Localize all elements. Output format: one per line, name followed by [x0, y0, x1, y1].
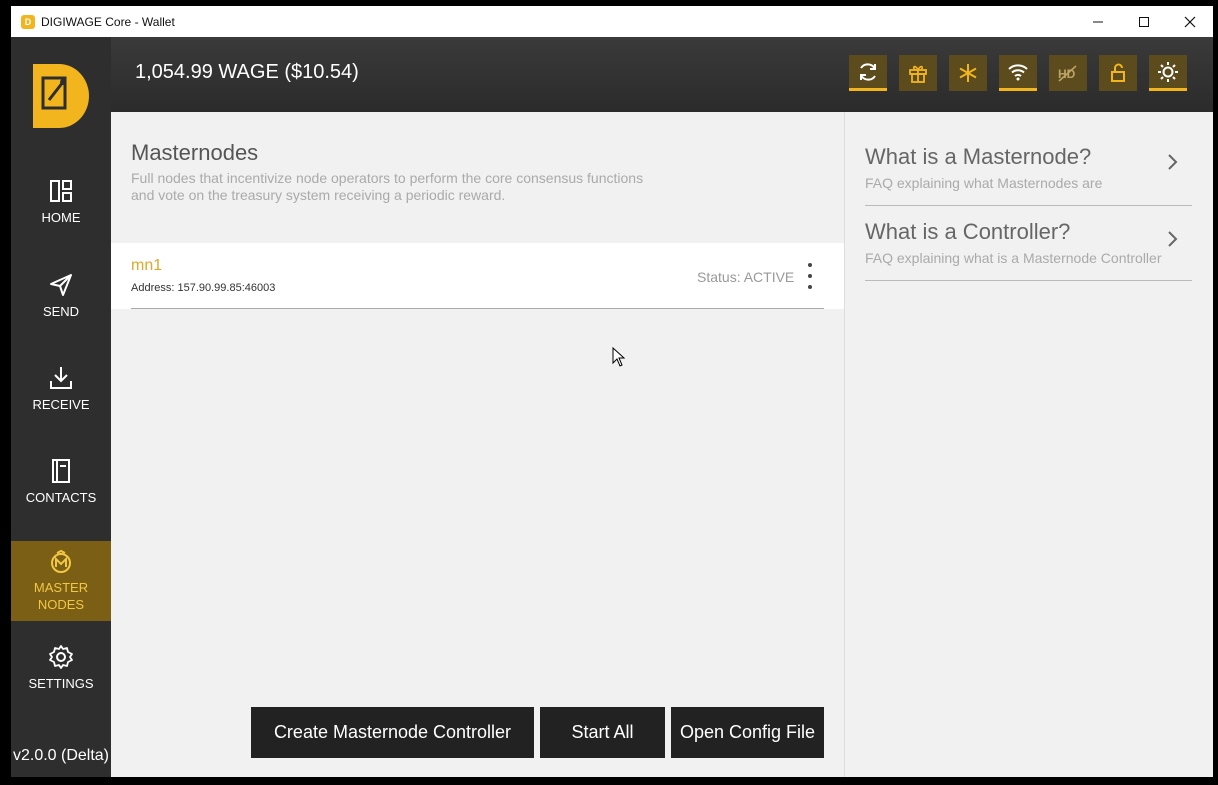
gear-icon [49, 645, 73, 669]
gift-icon [909, 65, 927, 83]
digiwage-logo [33, 64, 89, 128]
start-all-button[interactable]: Start All [540, 707, 665, 758]
masternode-status: Status: ACTIVE [697, 269, 795, 285]
faq-item-controller[interactable]: What is a Controller? FAQ explaining wha… [865, 206, 1192, 281]
open-config-file-button[interactable]: Open Config File [671, 707, 824, 758]
wallet-balance: 1,054.99 WAGE ($10.54) [135, 61, 359, 83]
receive-icon [50, 367, 72, 389]
lock-button[interactable] [1099, 55, 1137, 91]
sidebar-item-label: CONTACTS [25, 490, 97, 505]
sidebar-item-settings[interactable]: SETTINGS [11, 644, 111, 706]
faq-panel: What is a Masternode? FAQ explaining wha… [844, 112, 1213, 777]
wallet-window: D DIGIWAGE Core - Wallet HOME SEND RECEI… [11, 6, 1213, 777]
maximize-icon [1139, 16, 1149, 27]
home-icon [50, 180, 72, 202]
wifi-icon [1008, 63, 1028, 80]
sun-icon [1158, 61, 1178, 82]
snowflake-icon [959, 64, 977, 82]
masternodes-panel: Masternodes Full nodes that incentivize … [111, 112, 844, 777]
masternode-icon [51, 549, 71, 573]
page-title: Masternodes [131, 140, 259, 165]
chevron-right-icon [1168, 231, 1178, 247]
sidebar-item-label: MASTER NODES [33, 580, 89, 612]
sidebar-item-send[interactable]: SEND [11, 272, 111, 334]
minimize-button[interactable] [1075, 6, 1121, 37]
faq-answer: FAQ explaining what is a Masternode Cont… [865, 250, 1162, 266]
more-options-icon[interactable] [804, 263, 816, 289]
sidebar-item-masternodes[interactable]: MASTER NODES [11, 541, 111, 621]
sidebar-item-home[interactable]: HOME [11, 178, 111, 240]
rewards-button[interactable] [899, 55, 937, 91]
masternode-row[interactable]: mn1 Address: 157.90.99.85:46003 Status: … [111, 243, 844, 309]
mouse-cursor-icon [612, 347, 626, 367]
sync-icon [860, 62, 876, 81]
hd-disabled-icon: HD [1058, 65, 1077, 82]
maximize-button[interactable] [1121, 6, 1167, 37]
network-button[interactable] [999, 55, 1037, 91]
contacts-icon [52, 459, 70, 483]
unlock-icon [1111, 63, 1125, 82]
sidebar-item-label: RECEIVE [32, 397, 90, 412]
title-bar: D DIGIWAGE Core - Wallet [11, 6, 1213, 37]
faq-answer: FAQ explaining what Masternodes are [865, 175, 1103, 191]
create-masternode-controller-button[interactable]: Create Masternode Controller [251, 707, 534, 758]
row-divider [131, 308, 824, 309]
version-label: v2.0.0 (Delta) [12, 747, 110, 764]
masternode-name: mn1 [131, 257, 163, 274]
faq-item-masternode[interactable]: What is a Masternode? FAQ explaining wha… [865, 112, 1192, 206]
sidebar-item-contacts[interactable]: CONTACTS [11, 458, 111, 520]
faq-question: What is a Masternode? [865, 144, 1092, 169]
close-button[interactable] [1167, 6, 1213, 37]
sidebar-item-label: HOME [41, 210, 81, 225]
app-icon: D [21, 14, 35, 29]
sidebar-item-label: SEND [42, 304, 80, 319]
masternode-address: Address: 157.90.99.85:46003 [131, 282, 276, 294]
close-icon [1184, 16, 1196, 27]
send-icon [50, 274, 72, 296]
sidebar-item-label: SETTINGS [28, 676, 94, 691]
theme-button[interactable] [1149, 55, 1187, 91]
page-description: Full nodes that incentivize node operato… [131, 170, 644, 203]
cold-staking-button[interactable] [949, 55, 987, 91]
window-title: DIGIWAGE Core - Wallet [41, 14, 175, 29]
hd-wallet-button[interactable]: HD [1049, 55, 1087, 91]
top-header: 1,054.99 WAGE ($10.54) [111, 37, 1213, 112]
sidebar-item-receive[interactable]: RECEIVE [11, 365, 111, 427]
sidebar: HOME SEND RECEIVE CONTACTS MASTER NODES … [11, 37, 111, 777]
faq-question: What is a Controller? [865, 219, 1071, 244]
chevron-right-icon [1168, 154, 1178, 170]
minimize-icon [1093, 21, 1103, 22]
sync-button[interactable] [849, 55, 887, 91]
